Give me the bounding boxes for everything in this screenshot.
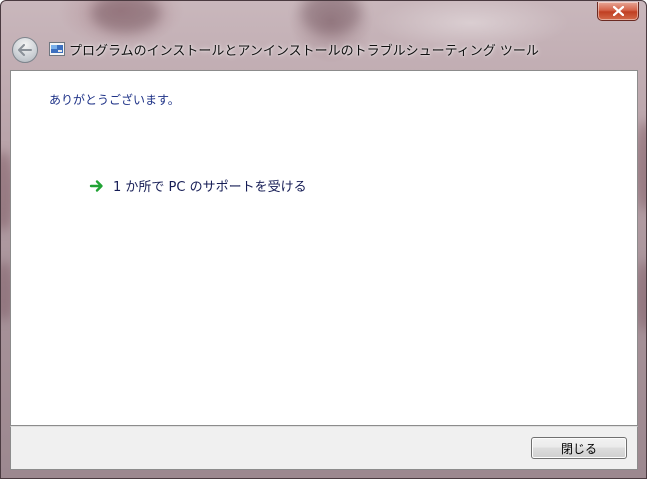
- back-arrow-icon: [18, 44, 32, 56]
- frame-decoration: [301, 1, 361, 35]
- close-dialog-button[interactable]: 閉じる: [531, 437, 627, 459]
- troubleshooter-app-icon: [49, 42, 65, 56]
- troubleshooter-window: プログラムのインストールとアンインストールのトラブルシューティング ツール あり…: [0, 0, 647, 479]
- window-title: プログラムのインストールとアンインストールのトラブルシューティング ツール: [69, 44, 539, 59]
- content-panel: ありがとうございます。 1 か所で PC のサポートを受ける: [10, 70, 638, 426]
- green-arrow-icon: [89, 179, 103, 192]
- thanks-message: ありがとうございます。: [49, 93, 180, 107]
- footer-bar: 閉じる: [10, 426, 638, 470]
- back-button[interactable]: [12, 37, 38, 63]
- get-pc-support-link[interactable]: 1 か所で PC のサポートを受ける: [89, 176, 307, 195]
- get-pc-support-link-label: 1 か所で PC のサポートを受ける: [113, 180, 307, 195]
- close-icon: [612, 6, 624, 16]
- frame-decoration: [91, 1, 161, 33]
- window-close-button[interactable]: [597, 2, 639, 21]
